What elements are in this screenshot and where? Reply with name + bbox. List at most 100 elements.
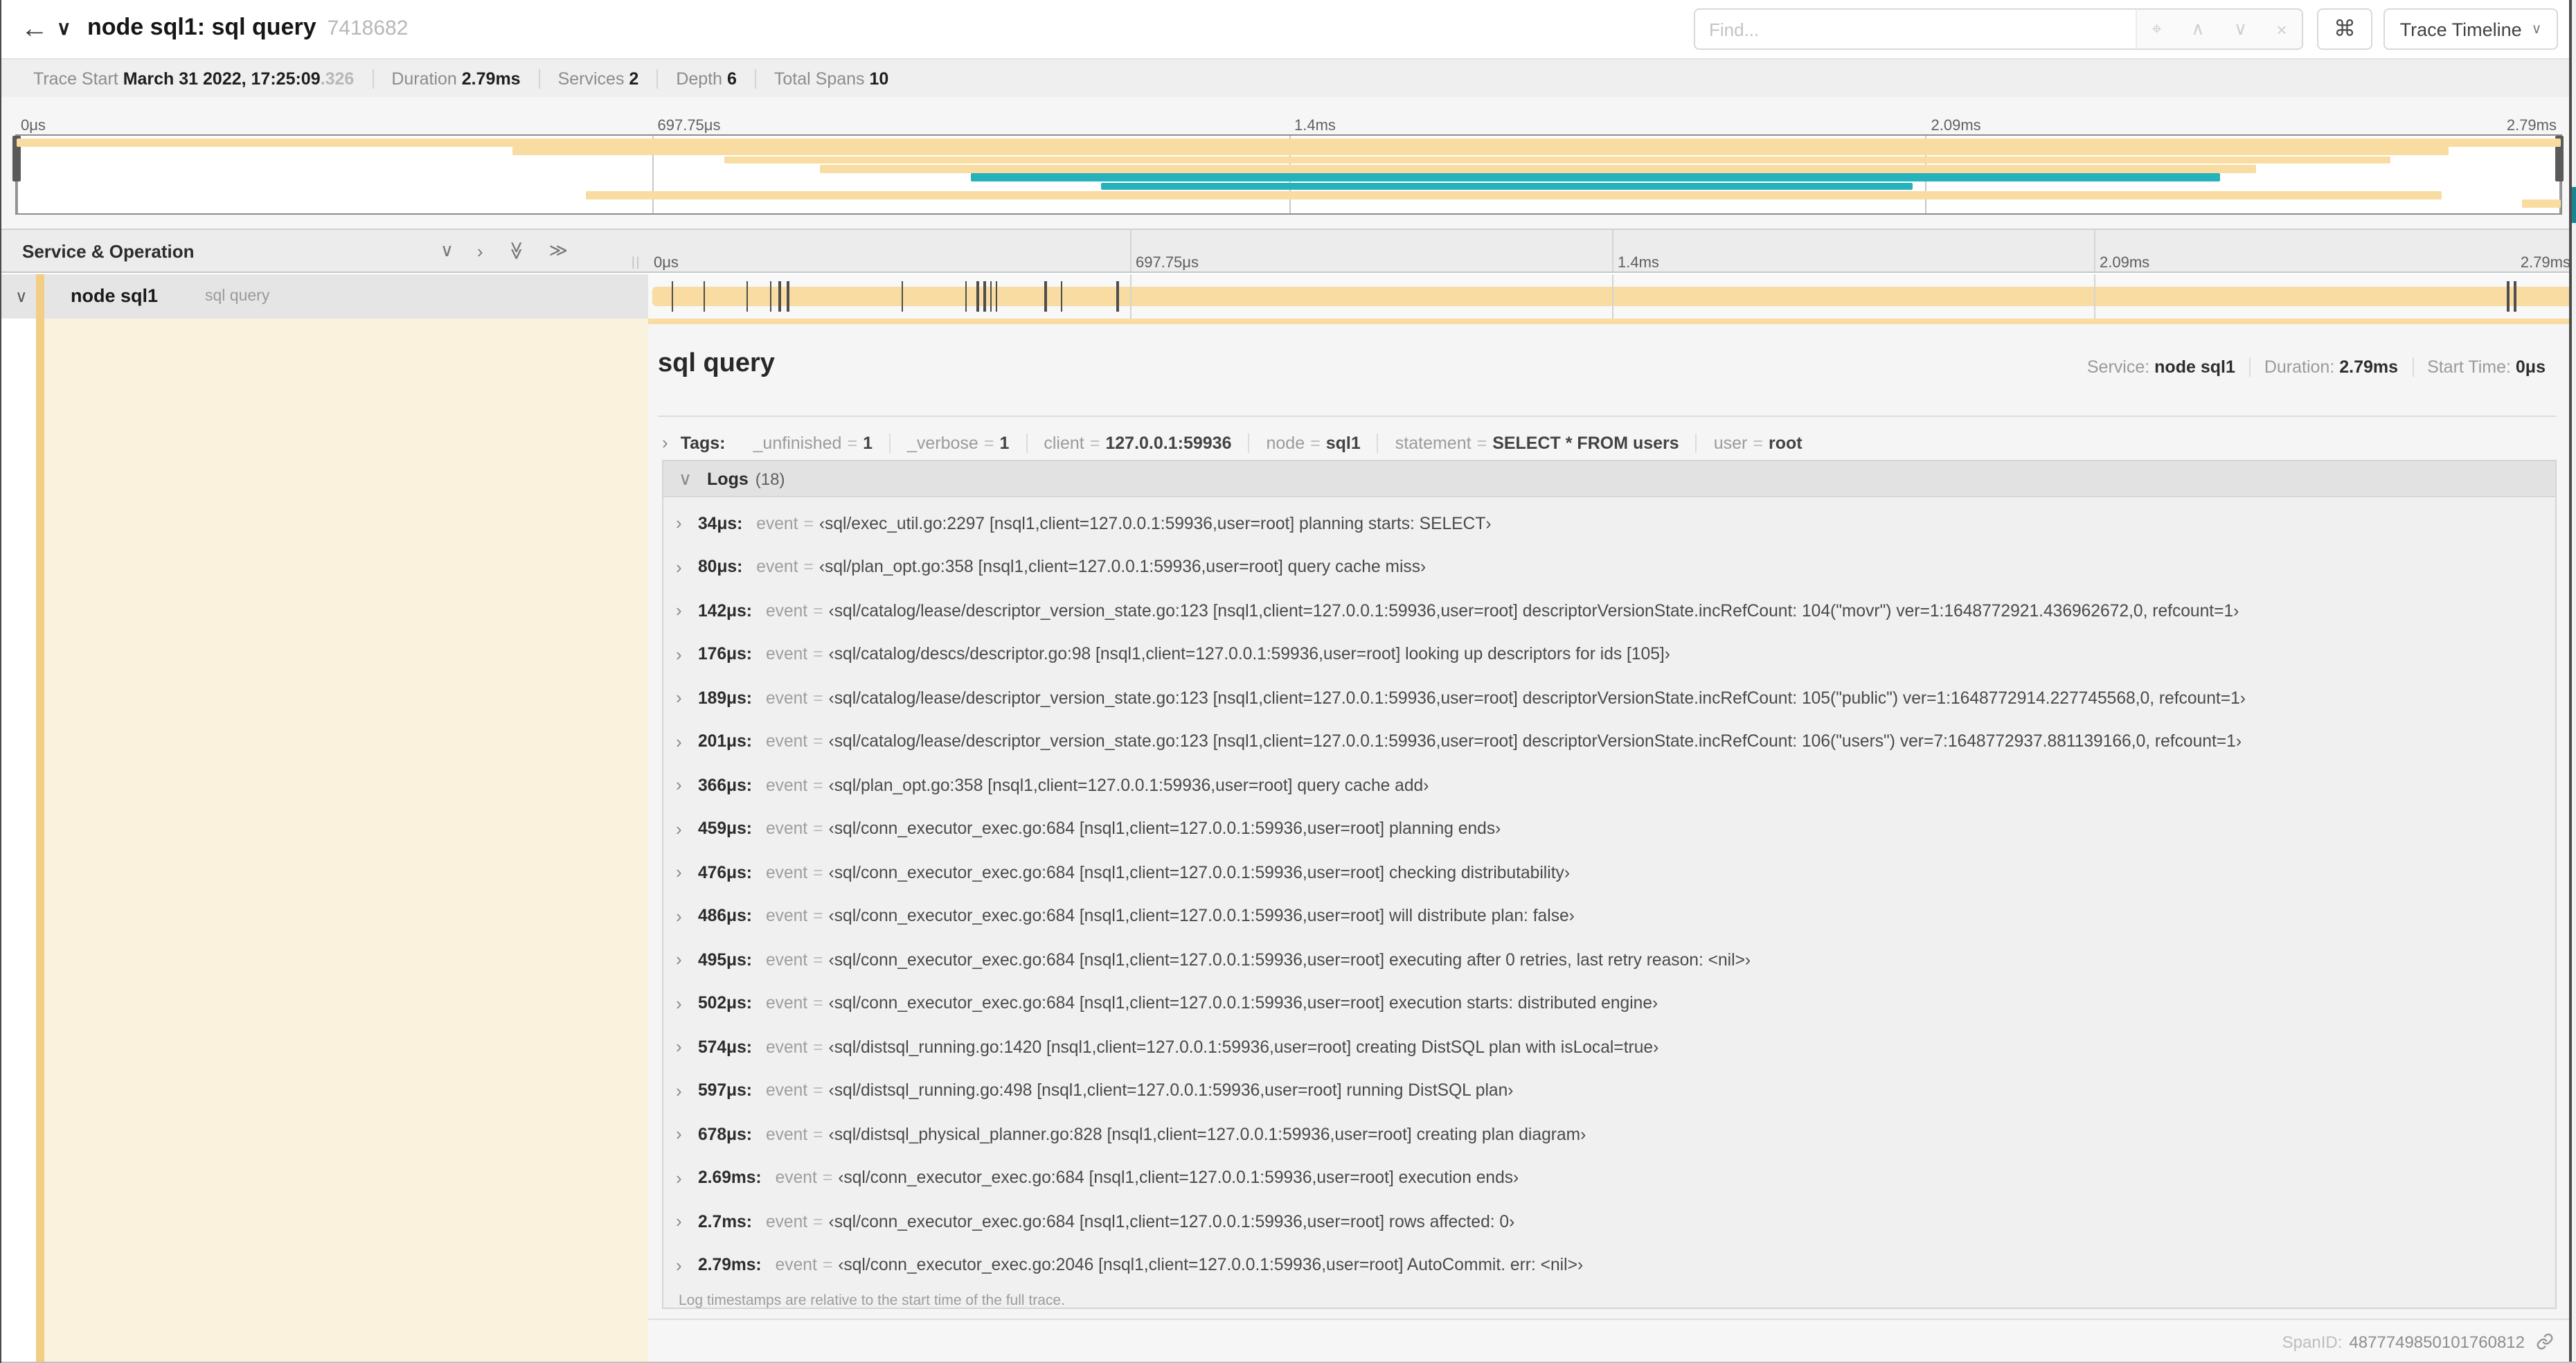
span-row-timeline-cell	[648, 274, 2576, 319]
title-chevron-down-icon[interactable]: ∨	[57, 17, 71, 40]
chevron-right-icon: ›	[676, 1036, 682, 1058]
log-entry[interactable]: › 201μs: event = ‹sql/catalog/lease/descript…	[663, 720, 2555, 763]
expand-one-icon[interactable]: ∨	[440, 240, 454, 262]
log-field-value: ‹sql/conn_executor_exec.go:684 [nsql1,cl…	[828, 993, 1658, 1013]
log-field-key: event	[765, 644, 808, 664]
chevron-right-icon: ›	[676, 1080, 682, 1101]
minimap-canvas[interactable]	[12, 134, 2564, 215]
chevron-right-icon: ›	[676, 949, 682, 970]
log-entry[interactable]: › 34μs: event = ‹sql/exec_util.go:2297 [nsql…	[663, 501, 2555, 545]
log-entry[interactable]: › 142μs: event = ‹sql/catalog/lease/descript…	[663, 589, 2555, 632]
log-field-key: event	[765, 1211, 808, 1231]
chevron-right-icon: ›	[662, 432, 668, 453]
search-input[interactable]	[1694, 8, 2137, 50]
log-field-value: ‹sql/conn_executor_exec.go:684 [nsql1,cl…	[838, 1168, 1519, 1188]
log-entry[interactable]: › 476μs: event = ‹sql/conn_executor_exec.go:…	[663, 850, 2555, 894]
collapse-one-icon[interactable]: ›	[477, 240, 483, 261]
link-icon[interactable]	[2536, 1333, 2554, 1351]
log-entry[interactable]: › 2.79ms: event = ‹sql/conn_executor_exec.go…	[663, 1243, 2555, 1287]
log-timestamp: 597μs:	[698, 1080, 752, 1101]
log-entry[interactable]: › 2.69ms: event = ‹sql/conn_executor_exec.go…	[663, 1156, 2555, 1200]
timeline-gridline	[1612, 274, 1613, 319]
keyboard-shortcuts-button[interactable]: ⌘	[2317, 8, 2372, 50]
log-entry[interactable]: › 574μs: event = ‹sql/distsql_running.go:142…	[663, 1025, 2555, 1069]
span-row-name-cell[interactable]: ∨ node sql1 sql query	[1, 274, 648, 319]
trace-summary-item: Services 2	[538, 69, 657, 88]
logs-section: ∨ Logs (18) › 34μs: event = ‹sql/exec_util.g…	[662, 460, 2557, 1309]
log-entry[interactable]: › 80μs: event = ‹sql/plan_opt.go:358 [nsql1,…	[663, 545, 2555, 589]
left-scrubber-handle[interactable]	[12, 136, 21, 213]
log-entry[interactable]: › 597μs: event = ‹sql/distsql_running.go:498…	[663, 1069, 2555, 1112]
tags-accordion[interactable]: › Tags: _unfinished = 1 _verbose = 1 client = 12…	[662, 425, 1819, 460]
log-field-value: ‹sql/plan_opt.go:358 [nsql1,client=127.0…	[819, 557, 1426, 577]
log-field-key: event	[775, 1168, 817, 1188]
log-marker-tick	[965, 281, 967, 312]
span-id-value: 4877749850101760812	[2349, 1332, 2525, 1351]
minimap-span	[970, 173, 2220, 181]
top-bar: ← ∨ node sql1: sql query 7418682 ⌖ ∧ ∨ × ⌘ T…	[1, 0, 2576, 58]
log-marker-tick	[671, 281, 674, 312]
log-timestamp: 678μs:	[698, 1124, 752, 1144]
page-title: node sql1: sql query 7418682	[87, 14, 408, 42]
log-entry[interactable]: › 502μs: event = ‹sql/conn_executor_exec.go:…	[663, 981, 2555, 1025]
trace-title: node sql1: sql query	[87, 14, 316, 40]
expand-all-icon[interactable]: ≫	[505, 241, 527, 260]
log-timestamp: 2.7ms:	[698, 1211, 752, 1231]
log-field-key: event	[756, 513, 798, 533]
log-entry[interactable]: › 678μs: event = ‹sql/distsql_physical_plann…	[663, 1112, 2555, 1156]
log-marker-tick	[787, 281, 789, 312]
tag-item: statement = SELECT * FROM users	[1377, 433, 1696, 452]
minimap-ruler: 0μs 697.75μs 1.4ms 2.09ms 2.79ms	[15, 100, 2562, 134]
ruler-tick-label: 0μs	[654, 255, 679, 271]
log-field-value: ‹sql/catalog/lease/descriptor_version_st…	[828, 688, 2246, 708]
span-service-name: node sql1	[71, 285, 159, 306]
collapse-all-icon[interactable]: ≫	[549, 240, 568, 262]
ruler-tick-label: 1.4ms	[1294, 118, 1336, 134]
detail-operation-title: sql query	[658, 349, 775, 378]
log-field-value: ‹sql/distsql_physical_planner.go:828 [ns…	[828, 1124, 1586, 1144]
chevron-right-icon: ›	[676, 643, 682, 665]
detail-accent-line	[648, 319, 2570, 324]
minimap-span	[512, 147, 2449, 155]
log-marker-tick	[983, 281, 986, 312]
log-timestamp: 495μs:	[698, 950, 752, 970]
trace-summary-item: Duration 2.79ms	[372, 69, 538, 88]
logs-count: (18)	[755, 469, 785, 488]
column-resizer[interactable]: ||	[632, 255, 641, 269]
log-entry[interactable]: › 495μs: event = ‹sql/conn_executor_exec.go:…	[663, 938, 2555, 981]
log-entry[interactable]: › 176μs: event = ‹sql/catalog/descs/descript…	[663, 632, 2555, 676]
log-entry[interactable]: › 459μs: event = ‹sql/conn_executor_exec.go:…	[663, 807, 2555, 850]
tags-list: _unfinished = 1 _verbose = 1 client = 127.0.0.1:…	[737, 433, 1819, 452]
logs-accordion-header[interactable]: ∨ Logs (18)	[663, 461, 2555, 497]
timeline-gridline	[1612, 230, 1613, 271]
log-field-key: event	[765, 1080, 808, 1101]
view-selector-button[interactable]: Trace Timeline ∨	[2383, 8, 2558, 50]
log-entry[interactable]: › 486μs: event = ‹sql/conn_executor_exec.go:…	[663, 894, 2555, 938]
next-match-icon[interactable]: ∨	[2234, 18, 2247, 40]
log-entry[interactable]: › 189μs: event = ‹sql/catalog/lease/descript…	[663, 676, 2555, 720]
minimap-span	[586, 191, 2442, 199]
service-operation-title: Service & Operation	[22, 241, 195, 262]
log-timestamp: 189μs:	[698, 688, 752, 708]
log-field-key: event	[765, 775, 808, 795]
chevron-right-icon: ›	[676, 1211, 682, 1232]
back-arrow-icon[interactable]: ←	[15, 10, 54, 48]
ruler-tick-label: 697.75μs	[1136, 255, 1199, 271]
ruler-tick-label: 2.09ms	[1931, 118, 1981, 134]
log-entry[interactable]: › 366μs: event = ‹sql/plan_opt.go:358 [nsql1…	[663, 763, 2555, 807]
log-marker-tick	[2507, 281, 2510, 312]
chevron-right-icon: ›	[676, 513, 682, 534]
log-entry[interactable]: › 2.7ms: event = ‹sql/conn_executor_exec.go:…	[663, 1200, 2555, 1243]
chevron-right-icon: ›	[676, 1123, 682, 1145]
prev-match-icon[interactable]: ∧	[2191, 18, 2204, 40]
clear-search-icon[interactable]: ×	[2276, 19, 2287, 39]
log-field-value: ‹sql/distsql_running.go:498 [nsql1,clien…	[828, 1080, 1514, 1101]
log-field-key: event	[765, 950, 808, 970]
trace-id: 7418682	[327, 17, 409, 40]
chevron-right-icon: ›	[676, 774, 682, 796]
locate-match-icon[interactable]: ⌖	[2152, 18, 2162, 40]
chevron-down-icon: ∨	[2531, 21, 2542, 37]
span-collapse-icon[interactable]: ∨	[15, 287, 28, 306]
chevron-right-icon: ›	[676, 818, 682, 839]
log-field-value: ‹sql/plan_opt.go:358 [nsql1,client=127.0…	[828, 775, 1429, 795]
